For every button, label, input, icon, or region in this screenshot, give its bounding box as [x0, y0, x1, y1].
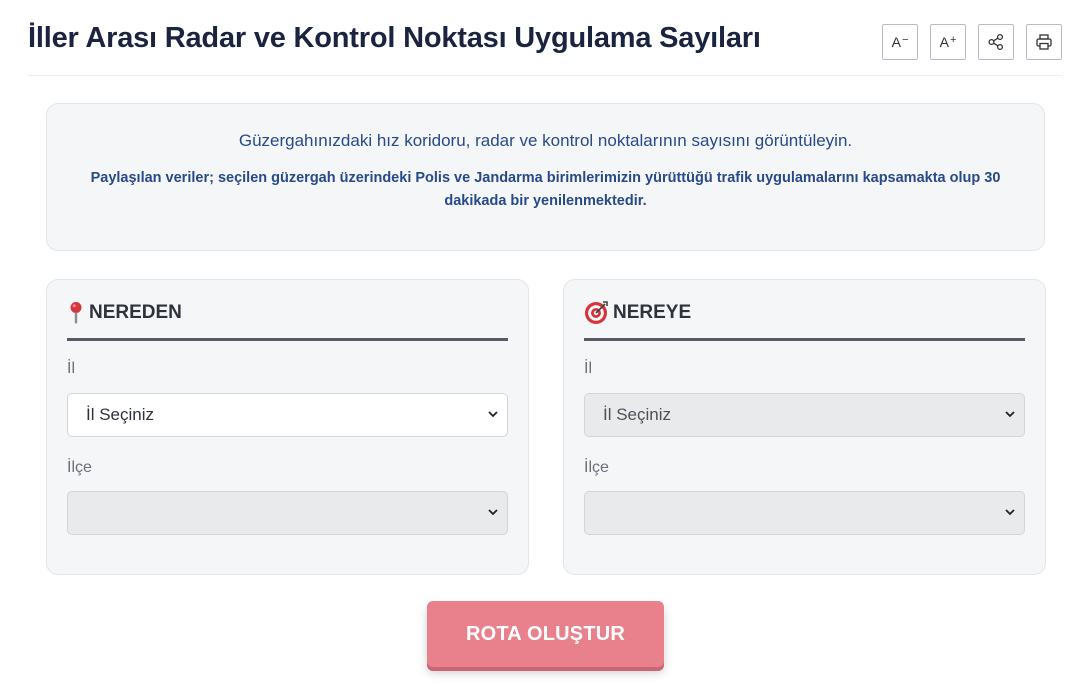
target-icon — [585, 301, 608, 324]
minus-mark: − — [901, 34, 909, 46]
page-title: İller Arası Radar ve Kontrol Noktası Uyg… — [28, 22, 761, 54]
to-il-select[interactable]: İl Seçiniz — [584, 393, 1025, 437]
create-route-button[interactable]: ROTA OLUŞTUR — [427, 601, 664, 667]
toolbar: A − A + — [882, 24, 1062, 60]
print-button[interactable] — [1026, 24, 1062, 60]
to-title: NEREYE — [613, 302, 692, 323]
to-il-label: İl — [584, 360, 592, 377]
from-panel: NEREDEN İl İl Seçiniz İlçe — [46, 279, 529, 575]
chevron-down-icon — [488, 509, 498, 516]
printer-icon — [1036, 34, 1052, 50]
font-increase-label: A — [939, 34, 949, 50]
page-header: İller Arası Radar ve Kontrol Noktası Uyg… — [28, 0, 1062, 76]
chevron-down-icon — [1005, 411, 1015, 418]
font-decrease-label: A — [891, 34, 901, 50]
to-ilce-label: İlçe — [584, 459, 609, 476]
to-panel-header: NEREYE — [584, 301, 1025, 341]
from-ilce-label: İlçe — [67, 459, 92, 476]
to-il-value: İl Seçiniz — [603, 405, 672, 424]
from-title: NEREDEN — [89, 302, 182, 323]
from-il-label: İl — [67, 360, 75, 377]
pin-icon — [70, 302, 82, 324]
share-button[interactable] — [978, 24, 1014, 60]
font-increase-button[interactable]: A + — [930, 24, 966, 60]
from-il-select[interactable]: İl Seçiniz — [67, 393, 508, 437]
chevron-down-icon — [488, 411, 498, 418]
from-il-value: İl Seçiniz — [86, 405, 155, 424]
chevron-down-icon — [1005, 509, 1015, 516]
font-decrease-button[interactable]: A − — [882, 24, 918, 60]
info-main-text: Güzergahınızdaki hız koridoru, radar ve … — [238, 131, 853, 150]
to-panel: NEREYE İl İl Seçiniz İlçe — [563, 279, 1046, 575]
info-sub-text: Paylaşılan veriler; seçilen güzergah üze… — [90, 170, 1001, 209]
share-icon — [988, 33, 1004, 51]
from-panel-header: NEREDEN — [67, 301, 508, 341]
to-ilce-select[interactable] — [584, 491, 1025, 535]
info-box: Güzergahınızdaki hız koridoru, radar ve … — [46, 103, 1045, 251]
from-ilce-select[interactable] — [67, 491, 508, 535]
plus-mark: + — [949, 34, 957, 46]
